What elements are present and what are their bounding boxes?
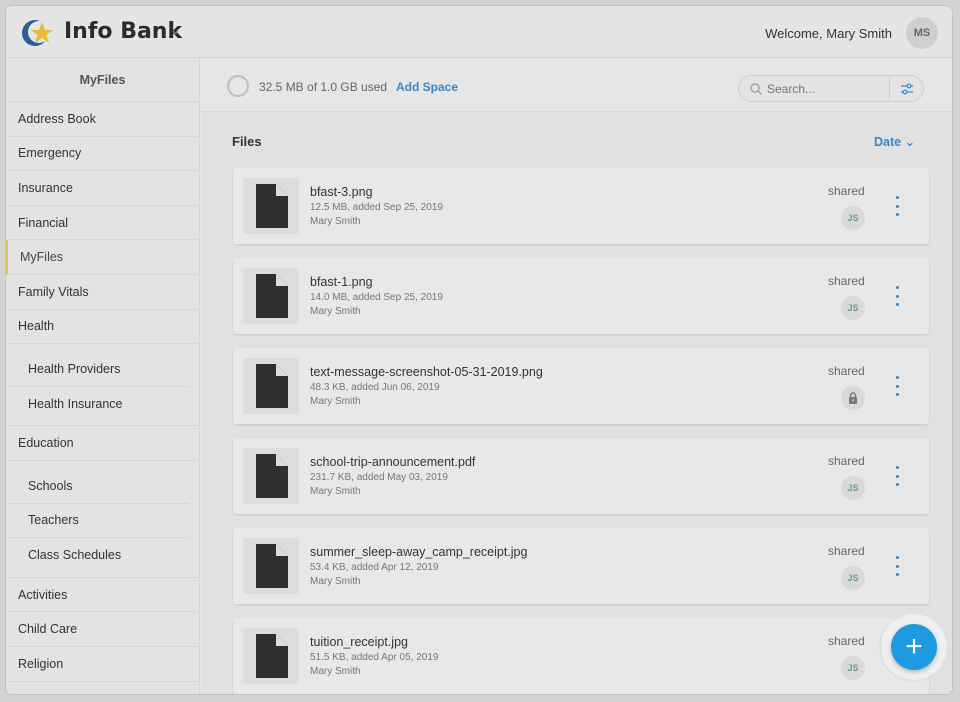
file-thumbnail <box>243 268 299 324</box>
shared-label: shared <box>828 364 865 378</box>
file-card[interactable]: school-trip-announcement.pdf 231.7 KB, a… <box>233 438 929 514</box>
file-owner: Mary Smith <box>310 576 361 587</box>
file-card[interactable]: bfast-3.png 12.5 MB, added Sep 25, 2019 … <box>233 168 929 244</box>
app-title[interactable]: Info Bank <box>64 19 182 44</box>
file-thumbnail <box>243 628 299 684</box>
file-owner: Mary Smith <box>310 396 361 407</box>
document-icon <box>256 454 288 498</box>
file-owner: Mary Smith <box>310 216 361 227</box>
sidebar-item-activities[interactable]: Activities <box>6 578 199 613</box>
add-space-link[interactable]: Add Space <box>396 80 458 94</box>
shared-label: shared <box>828 454 865 468</box>
file-card[interactable]: tuition_receipt.jpg 51.5 KB, added Apr 0… <box>233 618 929 694</box>
sidebar-item-class-schedules[interactable]: Class Schedules <box>6 538 189 573</box>
app-window: Info Bank ⌄ Welcome, Mary Smith MS MyFil… <box>6 6 952 694</box>
shared-label: shared <box>828 634 865 648</box>
file-owner: Mary Smith <box>310 666 361 677</box>
document-icon <box>256 544 288 588</box>
more-options-icon[interactable] <box>889 376 905 396</box>
sidebar-item-insurance[interactable]: Insurance <box>6 171 199 206</box>
storage-used-text: 32.5 MB of 1.0 GB used <box>259 80 388 94</box>
file-name[interactable]: bfast-3.png <box>310 185 373 199</box>
shared-user-avatar[interactable]: JS <box>841 296 865 320</box>
file-meta: 231.7 KB, added May 03, 2019 <box>310 472 448 483</box>
storage-usage-ring <box>227 75 249 97</box>
search-box <box>738 75 924 102</box>
search-input[interactable] <box>767 80 887 98</box>
education-submenu: Schools Teachers Class Schedules <box>6 461 199 578</box>
star-logo-icon <box>22 20 53 46</box>
lock-icon[interactable] <box>841 386 865 410</box>
shared-label: shared <box>828 184 865 198</box>
shared-user-avatar[interactable]: JS <box>841 206 865 230</box>
file-name[interactable]: school-trip-announcement.pdf <box>310 455 475 469</box>
file-name[interactable]: bfast-1.png <box>310 275 373 289</box>
health-submenu: Health Providers Health Insurance <box>6 344 199 427</box>
document-icon <box>256 184 288 228</box>
storage-bar: 32.5 MB of 1.0 GB used Add Space <box>201 58 952 112</box>
sort-label: Date <box>874 135 902 149</box>
file-card[interactable]: bfast-1.png 14.0 MB, added Sep 25, 2019 … <box>233 258 929 334</box>
main-content: 32.5 MB of 1.0 GB used Add Space Search.… <box>201 58 952 694</box>
files-heading: Files <box>232 134 262 149</box>
shared-user-avatar[interactable]: JS <box>841 476 865 500</box>
shared-label: shared <box>828 274 865 288</box>
more-options-icon[interactable] <box>889 196 905 216</box>
sidebar-item-schools[interactable]: Schools <box>6 469 189 504</box>
top-bar: Info Bank ⌄ Welcome, Mary Smith MS <box>6 6 952 58</box>
sidebar-item-education[interactable]: Education <box>6 426 199 461</box>
more-options-icon[interactable] <box>889 466 905 486</box>
more-options-icon[interactable] <box>889 286 905 306</box>
file-name[interactable]: tuition_receipt.jpg <box>310 635 408 649</box>
sidebar-item-financial[interactable]: Financial <box>6 206 199 241</box>
file-card[interactable]: summer_sleep-away_camp_receipt.jpg 53.4 … <box>233 528 929 604</box>
sidebar-item-family-vitals[interactable]: Family Vitals <box>6 275 199 310</box>
file-thumbnail <box>243 178 299 234</box>
welcome-text: Welcome, Mary Smith <box>765 26 892 41</box>
file-meta: 14.0 MB, added Sep 25, 2019 <box>310 292 443 303</box>
file-meta: 12.5 MB, added Sep 25, 2019 <box>310 202 443 213</box>
file-owner: Mary Smith <box>310 486 361 497</box>
sidebar: MyFiles Address Book Emergency Insurance… <box>6 58 200 694</box>
file-card[interactable]: text-message-screenshot-05-31-2019.png 4… <box>233 348 929 424</box>
chevron-down-icon: ⌄ <box>904 135 916 149</box>
file-thumbnail <box>243 538 299 594</box>
sidebar-title: MyFiles <box>6 58 199 102</box>
document-icon <box>256 274 288 318</box>
file-name[interactable]: text-message-screenshot-05-31-2019.png <box>310 365 543 379</box>
file-meta: 53.4 KB, added Apr 12, 2019 <box>310 562 439 573</box>
add-file-button[interactable]: + <box>891 624 937 670</box>
file-name[interactable]: summer_sleep-away_camp_receipt.jpg <box>310 545 527 559</box>
file-thumbnail <box>243 448 299 504</box>
sidebar-item-health-providers[interactable]: Health Providers <box>6 352 189 387</box>
shared-label: shared <box>828 544 865 558</box>
sidebar-item-teachers[interactable]: Teachers <box>6 504 189 539</box>
sidebar-item-myfiles[interactable]: MyFiles <box>6 240 199 275</box>
user-avatar[interactable]: MS <box>906 17 938 49</box>
document-icon <box>256 364 288 408</box>
sidebar-item-child-care[interactable]: Child Care <box>6 612 199 647</box>
file-thumbnail <box>243 358 299 414</box>
sort-date-button[interactable]: Date ⌄ <box>874 134 915 149</box>
file-owner: Mary Smith <box>310 306 361 317</box>
filter-button[interactable] <box>889 76 923 101</box>
search-icon <box>750 83 762 95</box>
sidebar-item-health-insurance[interactable]: Health Insurance <box>6 387 189 422</box>
sidebar-item-religion[interactable]: Religion <box>6 647 199 682</box>
lock-glyph <box>849 392 857 404</box>
sidebar-item-health[interactable]: Health <box>6 310 199 345</box>
sliders-icon <box>900 83 913 94</box>
file-meta: 51.5 KB, added Apr 05, 2019 <box>310 652 439 663</box>
document-icon <box>256 634 288 678</box>
shared-user-avatar[interactable]: JS <box>841 566 865 590</box>
sidebar-item-emergency[interactable]: Emergency <box>6 137 199 172</box>
file-meta: 48.3 KB, added Jun 06, 2019 <box>310 382 440 393</box>
chevron-down-icon[interactable]: ⌄ <box>170 22 181 38</box>
more-options-icon[interactable] <box>889 556 905 576</box>
sidebar-item-address-book[interactable]: Address Book <box>6 102 199 137</box>
shared-user-avatar[interactable]: JS <box>841 656 865 680</box>
